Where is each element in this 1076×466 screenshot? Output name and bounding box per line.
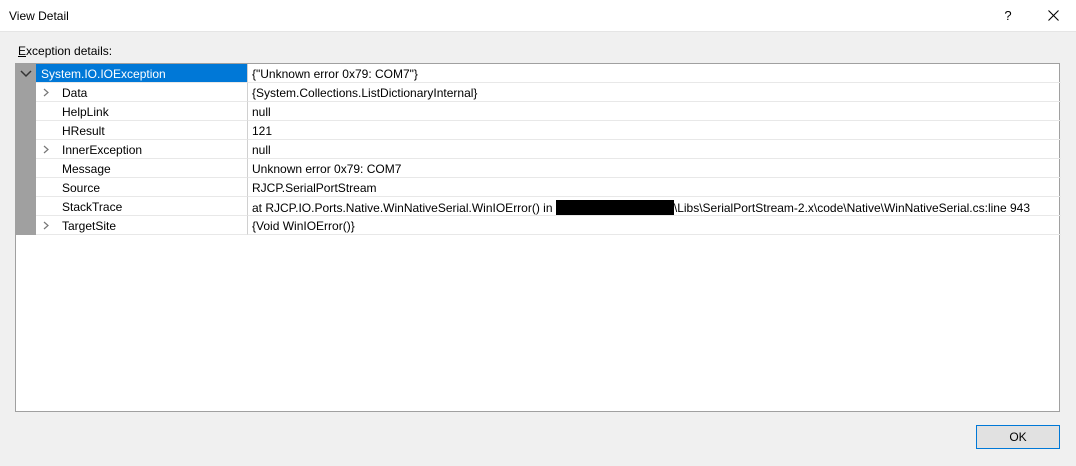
property-value-cell[interactable]: {Void WinIOError()} (248, 216, 1061, 235)
help-icon: ? (1004, 8, 1012, 23)
grid-row-data[interactable]: Data {System.Collections.ListDictionaryI… (16, 83, 1061, 102)
title-bar: View Detail ? (0, 0, 1076, 32)
property-value-cell[interactable]: 121 (248, 121, 1061, 140)
property-value-cell[interactable]: null (248, 140, 1061, 159)
row-gutter (16, 216, 36, 235)
property-name-cell[interactable]: System.IO.IOException (36, 64, 248, 83)
property-name-cell[interactable]: HelpLink (36, 102, 248, 121)
row-gutter (16, 64, 36, 83)
help-button[interactable]: ? (990, 0, 1026, 31)
property-value-cell[interactable]: {System.Collections.ListDictionaryIntern… (248, 83, 1061, 102)
grid-row-exception[interactable]: System.IO.IOException {"Unknown error 0x… (16, 64, 1061, 83)
property-value-cell[interactable]: null (248, 102, 1061, 121)
row-gutter (16, 83, 36, 102)
grid-row-innerexception[interactable]: InnerException null (16, 140, 1061, 159)
row-gutter (16, 178, 36, 197)
property-value-cell[interactable]: at RJCP.IO.Ports.Native.WinNativeSerial.… (248, 197, 1061, 216)
property-name-cell[interactable]: Message (36, 159, 248, 178)
redacted-path (555, 200, 674, 215)
grid-row-message[interactable]: Message Unknown error 0x79: COM7 (16, 159, 1061, 178)
property-name-cell[interactable]: StackTrace (36, 197, 248, 216)
grid-row-helplink[interactable]: HelpLink null (16, 102, 1061, 121)
chevron-right-icon[interactable] (42, 145, 50, 154)
window-title: View Detail (9, 9, 69, 23)
accelerator-key: E (18, 44, 27, 58)
property-name-cell[interactable]: Source (36, 178, 248, 197)
row-gutter (16, 102, 36, 121)
property-name-cell[interactable]: InnerException (36, 140, 248, 159)
chevron-down-icon[interactable] (16, 64, 36, 83)
stacktrace-text-end: \Libs\SerialPortStream-2.x\code\Native\W… (673, 201, 1031, 215)
exception-details-label: Exception details: (18, 44, 113, 58)
property-name-cell[interactable]: Data (36, 83, 248, 102)
chevron-right-icon[interactable] (42, 88, 50, 97)
exception-property-grid[interactable]: System.IO.IOException {"Unknown error 0x… (15, 63, 1061, 412)
row-gutter (16, 140, 36, 159)
stacktrace-text-start: at RJCP.IO.Ports.Native.WinNativeSerial.… (252, 201, 556, 215)
property-value-cell[interactable]: Unknown error 0x79: COM7 (248, 159, 1061, 178)
property-name-cell[interactable]: TargetSite (36, 216, 248, 235)
property-value-cell[interactable]: RJCP.SerialPortStream (248, 178, 1061, 197)
grid-row-stacktrace[interactable]: StackTrace at RJCP.IO.Ports.Native.WinNa… (16, 197, 1061, 216)
property-name-cell[interactable]: HResult (36, 121, 248, 140)
grid-row-targetsite[interactable]: TargetSite {Void WinIOError()} (16, 216, 1061, 235)
grid-row-source[interactable]: Source RJCP.SerialPortStream (16, 178, 1061, 197)
property-value-cell[interactable]: {"Unknown error 0x79: COM7"} (248, 64, 1061, 83)
close-icon (1047, 10, 1059, 21)
close-button[interactable] (1030, 0, 1076, 31)
ok-button[interactable]: OK (976, 425, 1060, 449)
row-gutter (16, 121, 36, 140)
row-gutter (16, 159, 36, 178)
chevron-right-icon[interactable] (42, 221, 50, 230)
grid-row-hresult[interactable]: HResult 121 (16, 121, 1061, 140)
row-gutter (16, 197, 36, 216)
